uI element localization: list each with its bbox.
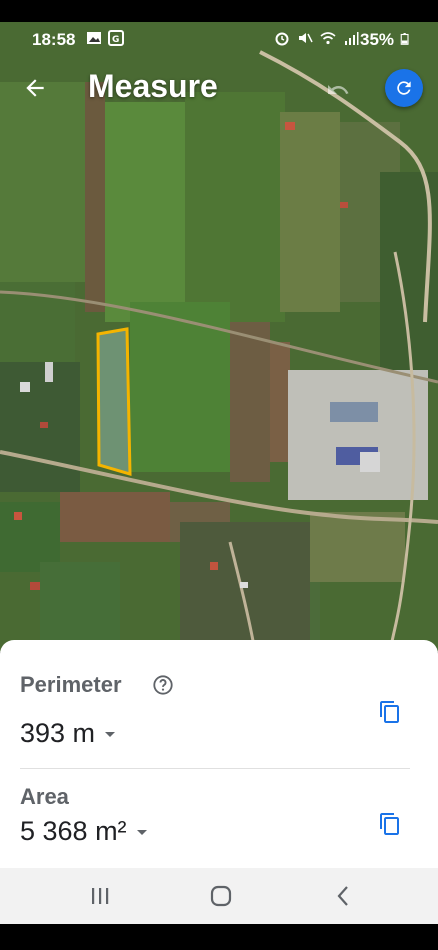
status-time: 18:58 [32, 30, 76, 49]
undo-icon[interactable] [326, 78, 350, 102]
status-bar: 18:58 G 35% [0, 22, 438, 56]
perimeter-value: 393 m [20, 718, 96, 748]
refresh-icon [397, 81, 411, 95]
alarm-icon [275, 32, 289, 46]
svg-text:G: G [112, 35, 119, 45]
dropdown-caret-icon [136, 830, 147, 835]
area-value: 5 368 m² [20, 816, 127, 846]
refresh-button[interactable] [385, 69, 423, 107]
mute-icon [299, 33, 313, 43]
arrow-back-icon[interactable] [20, 73, 50, 103]
signal-icon [345, 32, 359, 45]
copy-area-icon[interactable] [378, 812, 402, 836]
area-value-dropdown[interactable]: 5 368 m² [20, 816, 147, 847]
help-circle-icon[interactable] [152, 674, 174, 696]
measured-area-polygon [96, 327, 132, 477]
back-icon[interactable] [330, 882, 358, 910]
page-title: Measure [88, 68, 218, 104]
wifi-icon [320, 32, 336, 45]
translate-icon: G [108, 30, 124, 46]
satellite-map[interactable] [0, 22, 438, 652]
recent-apps-icon[interactable] [86, 882, 114, 910]
home-icon[interactable] [207, 882, 235, 910]
area-label: Area [20, 784, 69, 809]
perimeter-value-dropdown[interactable]: 393 m [20, 718, 116, 749]
dropdown-caret-icon [105, 732, 116, 737]
perimeter-label: Perimeter [20, 672, 122, 697]
app-bar: Measure [0, 60, 438, 116]
top-band [0, 0, 438, 22]
battery-indicator: 35% [360, 30, 411, 50]
battery-percent: 35% [360, 30, 395, 49]
gallery-icon [87, 32, 101, 44]
sheet-divider [20, 768, 410, 769]
copy-perimeter-icon[interactable] [378, 700, 402, 724]
battery-icon [400, 33, 409, 45]
bottom-band [0, 924, 438, 950]
system-nav-bar [0, 868, 438, 924]
